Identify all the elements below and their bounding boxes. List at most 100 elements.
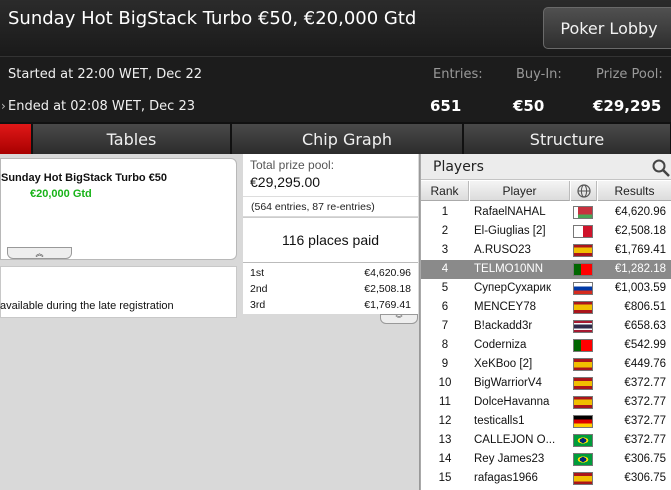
places-paid: 116 places paid [243,217,418,262]
payout-amount: €2,508.18 [364,283,411,295]
player-result: €4,620.96 [614,206,666,218]
player-result: €372.77 [624,377,666,389]
payout-place: 1st [250,267,265,279]
player-name: TELMO10NN [474,263,544,275]
ru-flag-icon [573,282,593,295]
player-result: €1,769.41 [614,244,666,256]
player-row[interactable]: 1 RafaelNAHAL €4,620.96 [421,203,671,222]
es-flag-icon [573,358,593,371]
late-reg-text: available during the late registration [0,300,174,312]
buyin-label: Buy-In: [516,67,562,82]
player-row[interactable]: 3 A.RUSO23 €1,769.41 [421,241,671,260]
player-result: €372.77 [624,434,666,446]
player-row[interactable]: 12 testicalls1 €372.77 [421,412,671,431]
player-rank: 7 [441,320,449,332]
player-rank: 15 [438,472,452,484]
player-name: B!ackadd3r [474,320,533,332]
payout-amount: €4,620.96 [364,267,411,279]
player-name: СуперСухарик [474,282,551,294]
th-flag-icon [573,320,593,333]
player-row[interactable]: 7 B!ackadd3r €658.63 [421,317,671,336]
player-rank: 2 [441,225,449,237]
br-flag-icon [573,453,593,466]
player-result: €372.77 [624,415,666,427]
pt-flag-icon [573,263,593,276]
expand-button[interactable]: ︾ [380,314,418,324]
buyin-value: €50 [513,97,545,115]
title-bar: Sunday Hot BigStack Turbo €50, €20,000 G… [0,0,671,56]
players-title: Players [433,159,484,175]
prize-panel: Total prize pool: €29,295.00 (564 entrie… [243,154,419,490]
column-player[interactable]: Player [470,181,570,201]
br-flag-icon [573,434,593,447]
tournament-title: Sunday Hot BigStack Turbo €50, €20,000 G… [8,8,417,29]
player-row[interactable]: 2 El-Giuglias [2] €2,508.18 [421,222,671,241]
player-result: €806.51 [624,301,666,313]
payout-row: 1st €4,620.96 [243,265,418,281]
ended-time: Ended at 02:08 WET, Dec 23 [8,99,195,114]
es-flag-icon [573,244,593,257]
player-name: BigWarriorV4 [474,377,542,389]
payout-row: 3rd €1,769.41 [243,297,418,313]
player-result: €306.75 [624,453,666,465]
collapse-button[interactable]: ︽ [7,247,72,259]
player-row[interactable]: 13 CALLEJÓN O... €372.77 [421,431,671,450]
player-rank: 14 [438,453,452,465]
tab-info[interactable] [0,124,32,154]
player-name: El-Giuglias [2] [474,225,546,237]
player-row[interactable]: 8 Coderniza €542.99 [421,336,671,355]
es-flag-icon [573,377,593,390]
entries-value: 651 [430,97,462,115]
player-rank: 9 [441,358,449,370]
tab-tables[interactable]: Tables [33,124,231,154]
player-row[interactable]: 14 Rey James23 €306.75 [421,450,671,469]
column-results[interactable]: Results [598,181,671,201]
player-name: testicalls1 [474,415,525,427]
payout-list: 1st €4,620.96 2nd €2,508.18 3rd €1,769.4… [243,262,418,314]
player-result: €372.77 [624,396,666,408]
player-rank: 13 [438,434,452,446]
es-flag-icon [573,301,593,314]
player-name: CALLEJÓN O... [474,434,556,446]
player-rank: 1 [441,206,449,218]
player-row[interactable]: 4 TELMO10NN €1,282.18 [421,260,671,279]
player-row[interactable]: 6 MENCEY78 €806.51 [421,298,671,317]
player-name: Coderniza [474,339,527,351]
de-flag-icon [573,415,593,428]
pt-flag-icon [573,339,593,352]
tab-structure[interactable]: Structure [464,124,671,154]
player-result: €542.99 [624,339,666,351]
column-country[interactable] [571,181,597,201]
poker-lobby-button[interactable]: Poker Lobby [543,7,671,49]
player-row[interactable]: 10 BigWarriorV4 €372.77 [421,374,671,393]
ended-time-row: › Ended at 02:08 WET, Dec 23 [1,99,195,114]
player-result: €2,508.18 [614,225,666,237]
chevron-down-icon: ︾ [395,316,403,323]
player-rank: 10 [438,377,452,389]
prize-pool-label: Total prize pool: [250,158,335,172]
player-rank: 12 [438,415,452,427]
payout-amount: €1,769.41 [364,299,411,311]
chevron-up-icon: ︽ [35,248,44,258]
player-result: €1,003.59 [614,282,666,294]
player-row[interactable]: 9 XeKBoo [2] €449.76 [421,355,671,374]
entries-label: Entries: [433,67,483,82]
search-icon[interactable] [651,158,671,178]
player-result: €449.76 [624,358,666,370]
card-title: Sunday Hot BigStack Turbo €50 [1,172,168,184]
prizepool-label: Prize Pool: [596,67,663,82]
globe-icon [576,183,591,198]
player-rank: 8 [441,339,449,351]
tournament-card: Sunday Hot BigStack Turbo €50 €20,000 Gt… [0,158,237,260]
card-guarantee: €20,000 Gtd [30,188,92,200]
players-panel: Players Rank Player Results 1 RafaelNAHAL… [420,154,671,490]
player-row[interactable]: 5 СуперСухарик €1,003.59 [421,279,671,298]
player-rank: 11 [439,396,451,408]
column-rank[interactable]: Rank [421,181,469,201]
player-row[interactable]: 15 rafagas1966 €306.75 [421,469,671,488]
player-result: €306.75 [624,472,666,484]
player-name: RafaelNAHAL [474,206,546,218]
player-row[interactable]: 11 DolceHavanna €372.77 [421,393,671,412]
tab-chip-graph[interactable]: Chip Graph [232,124,463,154]
player-rank: 4 [441,263,449,275]
